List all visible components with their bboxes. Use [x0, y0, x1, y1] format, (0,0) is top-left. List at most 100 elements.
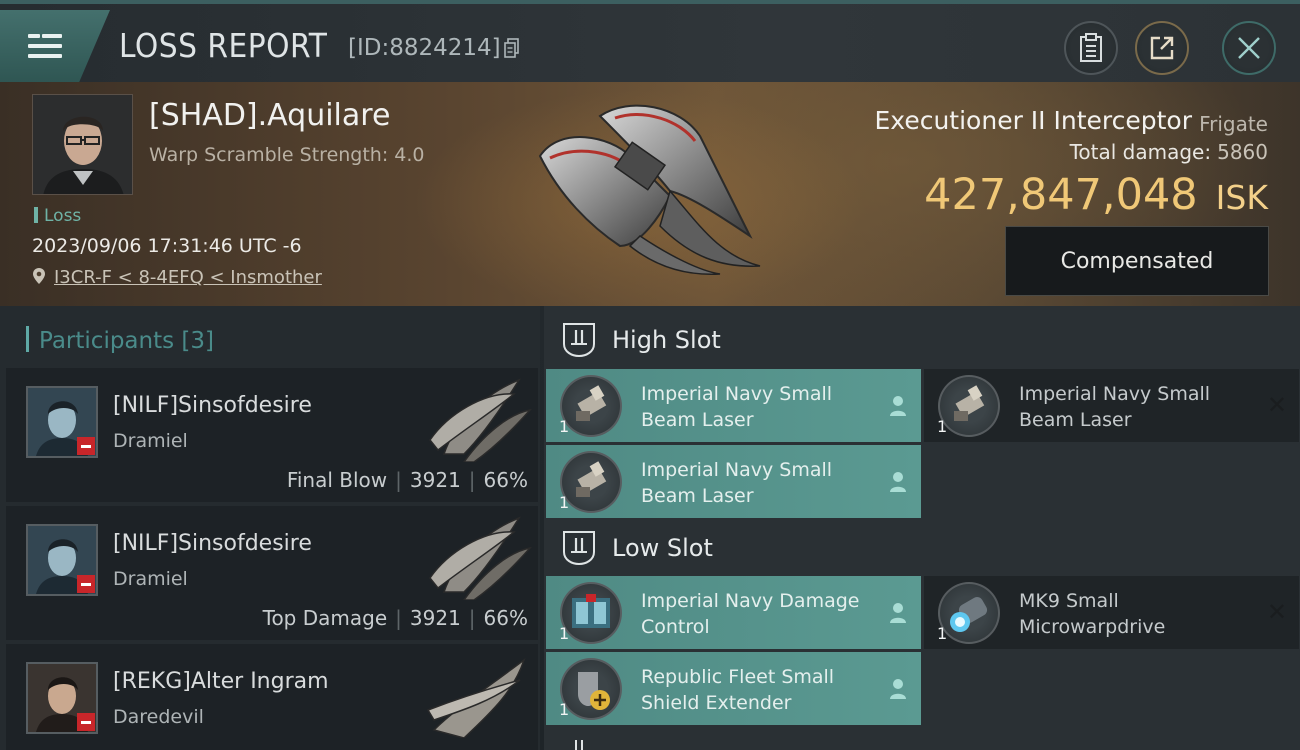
mid-slot-header-partial	[562, 738, 762, 750]
mid-slot-icon	[575, 740, 583, 750]
low-slot-title: Low Slot	[612, 534, 713, 562]
high-slot-title: High Slot	[612, 326, 721, 354]
victim-portrait[interactable]	[32, 94, 133, 195]
pilot-icon	[890, 472, 906, 492]
participant-name[interactable]: [NILF]Sinsofdesire	[113, 531, 312, 556]
participant-ship-image[interactable]	[424, 650, 534, 738]
participant-damage: 3921	[409, 468, 461, 492]
victim-avatar	[33, 95, 132, 194]
module-slot[interactable]: 1 Republic Fleet Small Shield Extender	[546, 652, 921, 725]
participants-header: Participants [3]	[26, 326, 214, 354]
participant-percent: 66%	[483, 468, 528, 492]
participant-card[interactable]: [REKG]Alter Ingram Daredevil	[6, 644, 538, 750]
victim-banner: [SHAD].Aquilare Warp Scramble Strength: …	[0, 82, 1300, 306]
participants-count: [3]	[181, 328, 215, 354]
participant-role: Top Damage	[262, 606, 388, 630]
shield-extender-icon	[560, 658, 622, 720]
participant-name[interactable]: [REKG]Alter Ingram	[113, 669, 329, 694]
compensated-button[interactable]: Compensated	[1005, 226, 1269, 296]
high-slot-header: High Slot	[562, 316, 721, 364]
participant-role: Final Blow	[286, 468, 388, 492]
module-quantity: 1	[559, 624, 570, 643]
location-pin-icon	[33, 268, 45, 284]
participant-stats: Final Blow | 3921 | 66%	[286, 468, 528, 492]
module-name: Imperial Navy Small Beam Laser	[1019, 383, 1211, 431]
microwarpdrive-icon	[938, 582, 1000, 644]
damage-control-icon	[560, 582, 622, 644]
menu-button[interactable]	[0, 10, 110, 82]
participant-portrait[interactable]	[26, 524, 98, 596]
participant-ship: Dramiel	[113, 568, 188, 590]
module-slot[interactable]: 1 MK9 Small Microwarpdrive ✕	[924, 576, 1299, 649]
fitting-panel: High Slot 1 Imperial Navy Small Beam Las…	[544, 306, 1300, 750]
victim-ship-name[interactable]: Executioner II Interceptor	[875, 106, 1192, 135]
module-name: Imperial Navy Damage Control	[641, 590, 860, 638]
participant-card[interactable]: [NILF]Sinsofdesire Dramiel Top Damage | 39…	[6, 506, 538, 640]
participant-stats: Top Damage | 3921 | 66%	[262, 606, 528, 630]
module-slot[interactable]: 1 Imperial Navy Small Beam Laser ✕	[924, 369, 1299, 442]
module-name: MK9 Small Microwarpdrive	[1019, 590, 1166, 638]
location-link[interactable]: I3CR-F < 8-4EFQ < Insmother	[32, 267, 322, 288]
module-slot[interactable]: 1 Imperial Navy Small Beam Laser	[546, 369, 921, 442]
isk-unit: ISK	[1215, 178, 1268, 217]
victim-ship-class: Frigate	[1199, 112, 1268, 136]
module-quantity: 1	[937, 417, 948, 436]
clipboard-button[interactable]	[1064, 21, 1118, 75]
participant-ship-image[interactable]	[424, 512, 534, 600]
clipboard-icon	[1080, 33, 1102, 62]
hostile-badge-icon	[77, 713, 95, 731]
beam-laser-icon	[560, 451, 622, 513]
hostile-badge-icon	[77, 575, 95, 593]
dropped-x-icon: ✕	[1266, 598, 1287, 626]
kill-timestamp: 2023/09/06 17:31:46 UTC -6	[32, 235, 302, 257]
module-name: Imperial Navy Small Beam Laser	[641, 459, 833, 507]
loss-report-screen: LOSS REPORT [ID:8824214] [SHAD].Aquilare…	[0, 0, 1300, 750]
isk-value: 427,847,048 ISK	[924, 170, 1268, 220]
participant-ship: Dramiel	[113, 430, 188, 452]
beam-laser-icon	[938, 375, 1000, 437]
location-text: I3CR-F < 8-4EFQ < Insmother	[54, 267, 322, 288]
copy-icon[interactable]	[504, 38, 520, 58]
victim-ship-image[interactable]	[520, 96, 780, 276]
participant-ship-image[interactable]	[424, 374, 534, 462]
dropped-x-icon: ✕	[1266, 391, 1287, 419]
hostile-badge-icon	[77, 437, 95, 455]
pilot-icon	[890, 396, 906, 416]
close-button[interactable]	[1222, 21, 1276, 75]
participants-panel: Participants [3] [NILF]Sinsofdesire Dram…	[0, 306, 540, 750]
share-icon	[1150, 36, 1174, 60]
header-bar: LOSS REPORT [ID:8824214]	[0, 0, 1300, 82]
close-icon	[1238, 37, 1260, 59]
participant-card[interactable]: [NILF]Sinsofdesire Dramiel Final Blow | 39…	[6, 368, 538, 502]
module-name: Imperial Navy Small Beam Laser	[641, 383, 833, 431]
module-slot[interactable]: 1 Imperial Navy Damage Control	[546, 576, 921, 649]
report-id: [ID:8824214]	[348, 35, 501, 61]
total-damage-value: 5860	[1217, 140, 1268, 164]
module-quantity: 1	[559, 493, 570, 512]
high-slot-icon	[563, 323, 595, 358]
participant-ship: Daredevil	[113, 706, 204, 728]
participant-portrait[interactable]	[26, 386, 98, 458]
page-title: LOSS REPORT	[119, 26, 328, 65]
pilot-icon	[890, 603, 906, 623]
participant-name[interactable]: [NILF]Sinsofdesire	[113, 393, 312, 418]
module-quantity: 1	[559, 417, 570, 436]
total-damage-label: Total damage:	[1069, 140, 1212, 164]
share-button[interactable]	[1135, 21, 1189, 75]
participants-label: Participants	[39, 328, 175, 354]
loss-status-label: Loss	[44, 206, 82, 226]
loss-status-tag: Loss	[34, 206, 81, 226]
low-slot-icon	[563, 531, 595, 566]
module-slot[interactable]: 1 Imperial Navy Small Beam Laser	[546, 445, 921, 518]
module-quantity: 1	[937, 624, 948, 643]
module-quantity: 1	[559, 700, 570, 719]
module-name: Republic Fleet Small Shield Extender	[641, 666, 835, 714]
hamburger-menu-icon	[28, 32, 62, 60]
victim-name[interactable]: [SHAD].Aquilare	[149, 98, 390, 133]
isk-amount: 427,847,048	[924, 170, 1198, 220]
beam-laser-icon	[560, 375, 622, 437]
participant-portrait[interactable]	[26, 662, 98, 734]
pilot-icon	[890, 679, 906, 699]
participant-damage: 3921	[409, 606, 461, 630]
low-slot-header: Low Slot	[562, 524, 713, 572]
